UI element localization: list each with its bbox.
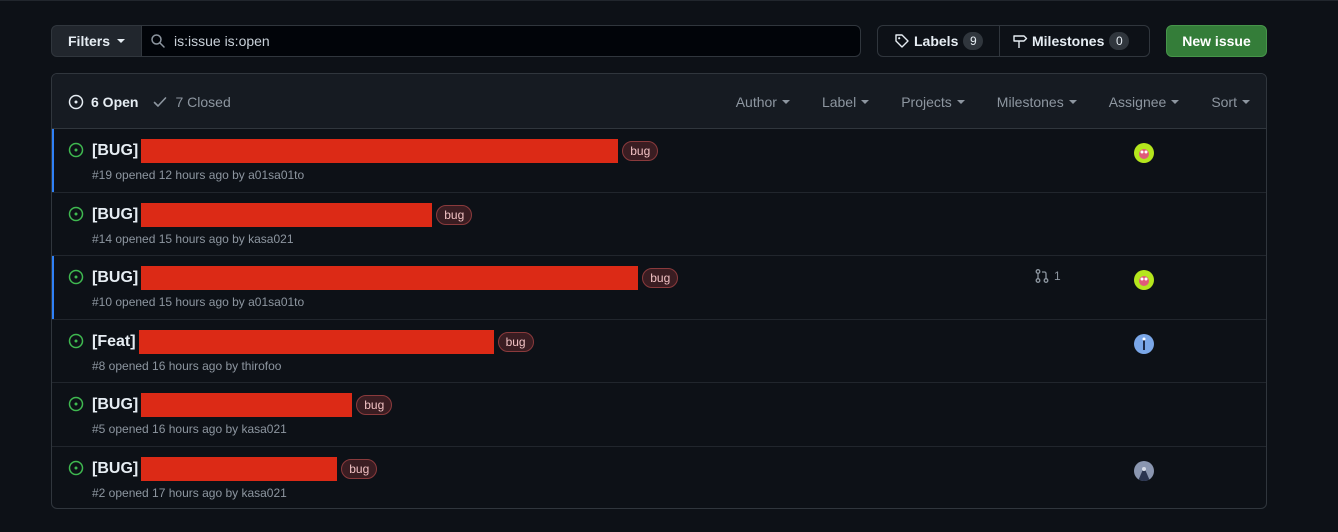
milestones-filter[interactable]: Milestones	[997, 94, 1077, 110]
label-badge[interactable]: bug	[622, 141, 659, 161]
filters-dropdown-button[interactable]: Filters	[51, 25, 142, 57]
label-badge[interactable]: bug	[436, 204, 473, 225]
filters-label: Filters	[68, 33, 111, 49]
issue-meta: #8 opened 16 hours ago by thirofoo	[92, 358, 282, 373]
git-pull-request-icon	[1035, 269, 1049, 283]
issue-title-link[interactable]: [Feat]	[92, 333, 136, 351]
linked-pr-count: 1	[1054, 269, 1061, 283]
redacted-title-block	[141, 456, 338, 481]
redacted-title-block	[141, 202, 433, 227]
chevron-down-icon	[781, 99, 790, 104]
issue-title-line: [BUG] bug	[92, 266, 679, 290]
issue-row[interactable]: [BUG] bug #14 opened 15 hours ago by kas…	[52, 193, 1266, 256]
issue-title-link[interactable]: [BUG]	[92, 206, 138, 224]
labels-button[interactable]: Labels 9	[878, 26, 1000, 56]
state-toggle: 6 Open 7 Closed	[68, 74, 245, 129]
projects-filter[interactable]: Projects	[901, 94, 965, 110]
projects-filter-label: Projects	[901, 93, 952, 110]
assignee-avatar[interactable]	[1134, 333, 1154, 354]
issue-open-icon	[68, 396, 84, 412]
issue-title-link[interactable]: [BUG]	[92, 269, 138, 287]
issue-meta: #19 opened 12 hours ago by a01sa01to	[92, 168, 305, 182]
assignee-filter-label: Assignee	[1108, 93, 1167, 110]
issue-title-line: [BUG] bug	[92, 393, 393, 417]
redacted-title-block	[141, 266, 639, 290]
issue-open-icon	[68, 94, 84, 109]
milestone-icon	[1013, 35, 1028, 48]
issue-open-icon	[68, 333, 84, 348]
issue-row[interactable]: [BUG] bug #2 opened 17 hours ago by kasa…	[52, 447, 1266, 509]
issue-title-line: [BUG] bug	[92, 202, 473, 227]
author-filter[interactable]: Author	[736, 94, 790, 110]
issue-open-icon	[68, 206, 84, 221]
label-filter-label: Label	[821, 93, 857, 110]
issue-meta: #10 opened 15 hours ago by a01sa01to	[92, 295, 305, 309]
chevron-down-icon	[1171, 99, 1180, 104]
issue-title-link[interactable]: [BUG]	[92, 142, 138, 160]
chevron-down-icon	[1242, 99, 1250, 104]
open-count-label: 6 Open	[91, 93, 139, 110]
label-badge[interactable]: bug	[341, 458, 378, 479]
redacted-title-block	[141, 139, 619, 163]
milestones-count: 0	[1109, 32, 1130, 50]
label-badge[interactable]: bug	[642, 268, 679, 288]
issue-search-box[interactable]	[141, 25, 861, 57]
chevron-down-icon	[956, 99, 965, 104]
tag-icon	[895, 34, 909, 48]
issue-title-line: [Feat] bug	[92, 329, 534, 354]
issue-title-line: [BUG] bug	[92, 456, 378, 481]
milestones-button[interactable]: Milestones 0	[1000, 26, 1141, 56]
author-filter-label: Author	[735, 93, 777, 110]
issue-meta: #5 opened 16 hours ago by kasa021	[92, 422, 287, 436]
assignee-filter[interactable]: Assignee	[1109, 94, 1180, 110]
milestones-filter-label: Milestones	[996, 93, 1064, 110]
issue-row[interactable]: [BUG] bug #19 opened 12 hours ago by a01…	[52, 129, 1266, 193]
issue-title-link[interactable]: [BUG]	[92, 396, 138, 414]
sort-dropdown[interactable]: Sort	[1211, 94, 1250, 110]
issue-meta: #2 opened 17 hours ago by kasa021	[92, 485, 287, 500]
chevron-down-icon	[1068, 99, 1077, 104]
assignee-avatar[interactable]	[1134, 143, 1154, 163]
labels-count: 9	[963, 32, 984, 50]
issue-row[interactable]: [BUG] bug #10 opened 15 hours ago by a01…	[52, 256, 1266, 320]
assignee-avatar[interactable]	[1134, 460, 1154, 481]
chevron-down-icon	[861, 99, 870, 104]
search-input[interactable]	[174, 33, 814, 49]
issues-list-box: 6 Open 7 Closed Author Label Projects Mi…	[51, 73, 1267, 509]
milestones-label: Milestones	[1032, 33, 1105, 49]
open-issues-tab[interactable]: 6 Open	[68, 94, 138, 110]
sort-label: Sort	[1211, 93, 1237, 110]
linked-pull-requests[interactable]: 1	[1034, 268, 1061, 284]
label-badge[interactable]: bug	[497, 331, 534, 352]
labels-milestones-group: Labels 9 Milestones 0	[877, 25, 1150, 57]
issue-open-icon	[68, 269, 84, 285]
issues-toolbar: Filters Labels 9 Milestones 0 New issue	[51, 25, 1267, 57]
closed-issues-tab[interactable]: 7 Closed	[152, 93, 231, 110]
issue-meta: #14 opened 15 hours ago by kasa021	[92, 231, 294, 246]
list-filters: Author Label Projects Milestones Assigne…	[704, 74, 1250, 129]
issue-row[interactable]: [Feat] bug #8 opened 16 hours ago by thi…	[52, 320, 1266, 383]
issue-open-icon	[68, 460, 84, 475]
new-issue-button[interactable]: New issue	[1166, 25, 1267, 57]
check-icon	[154, 96, 167, 107]
search-icon	[151, 34, 165, 48]
issue-row[interactable]: [BUG] bug #5 opened 16 hours ago by kasa…	[52, 383, 1266, 447]
top-divider	[0, 0, 1338, 1]
labels-label: Labels	[914, 33, 959, 49]
label-filter[interactable]: Label	[821, 93, 870, 110]
issue-open-icon	[68, 142, 84, 158]
issues-list-header: 6 Open 7 Closed Author Label Projects Mi…	[52, 74, 1266, 129]
redacted-title-block	[141, 393, 353, 417]
issue-title-link[interactable]: [BUG]	[92, 460, 138, 478]
label-badge[interactable]: bug	[356, 395, 393, 415]
assignee-avatar[interactable]	[1134, 270, 1154, 290]
redacted-title-block	[138, 329, 494, 354]
closed-count-label: 7 Closed	[175, 93, 231, 110]
chevron-down-icon	[117, 39, 126, 43]
issue-title-line: [BUG] bug	[92, 139, 659, 163]
